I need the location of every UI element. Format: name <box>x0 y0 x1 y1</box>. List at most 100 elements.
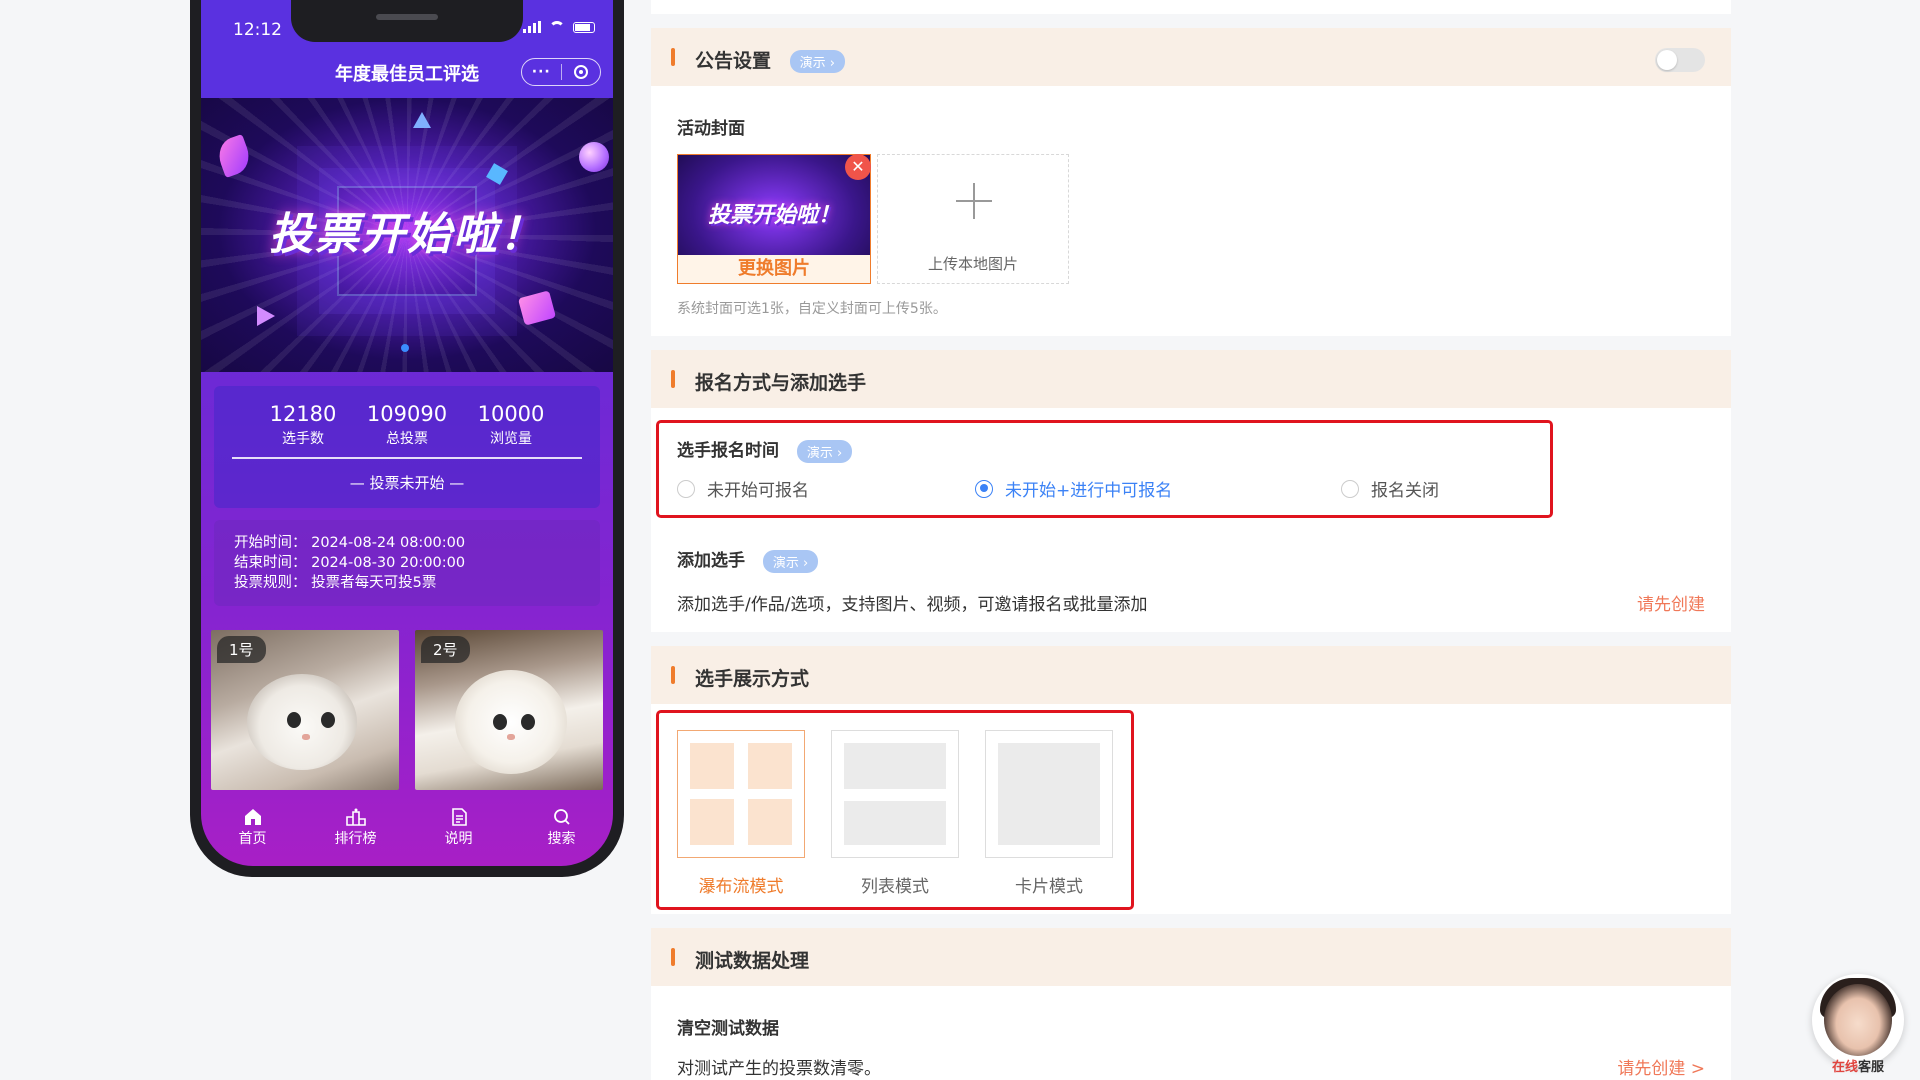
radio-circle <box>1341 479 1359 498</box>
announcement-section: 公告设置 演示 › 活动封面 投票开始啦！ 更换图片 ✕ 上传本地图片 系统封面… <box>651 28 1731 336</box>
cover-hint: 系统封面可选1张，自定义封面可上传5张。 <box>677 301 947 317</box>
vote-status: — 投票未开始 — <box>349 474 465 492</box>
mini-program-nav-bar: 年度最佳员工评选 ··· <box>201 46 613 98</box>
section-header: 公告设置 演示 › <box>651 28 1731 86</box>
radio-closed[interactable]: 报名关闭 <box>1341 476 1439 501</box>
change-image-button[interactable]: 更换图片 <box>678 255 870 283</box>
section-accent-bar <box>671 370 675 388</box>
tab-search[interactable]: 搜索 <box>510 794 613 866</box>
test-data-section: 测试数据处理 清空测试数据 对测试产生的投票数清零。 请先创建 > <box>651 928 1731 1080</box>
customer-service-label-accent: 在线 <box>1831 1060 1858 1075</box>
more-icon[interactable]: ··· <box>522 64 561 80</box>
section-title: 报名方式与添加选手 <box>695 372 867 394</box>
play-triangle-decoration-icon <box>257 306 275 326</box>
phone-notch <box>291 0 523 42</box>
vote-info-card: 开始时间： 2024-08-24 08:00:00 结束时间： 2024-08-… <box>214 520 600 606</box>
close-mini-program-icon[interactable] <box>562 65 601 79</box>
document-icon <box>451 808 467 826</box>
add-contestant-label-text: 添加选手 <box>677 551 745 571</box>
remove-cover-icon[interactable]: ✕ <box>845 154 871 180</box>
tab-label: 搜索 <box>547 831 576 847</box>
stats-card: 12180 选手数 109090 总投票 10000 浏览量 — 投票未开始 — <box>214 386 600 508</box>
mode-list[interactable]: 列表模式 <box>831 730 959 897</box>
create-first-link[interactable]: 请先创建 <box>1637 590 1705 615</box>
section-accent-bar <box>671 48 675 66</box>
section-title: 选手展示方式 <box>695 668 810 690</box>
cover-thumbnail-text: 投票开始啦！ <box>707 203 840 228</box>
tab-label: 排行榜 <box>334 831 377 847</box>
stat-label: 浏览量 <box>490 431 532 447</box>
add-contestant-label: 添加选手 演示 › <box>677 546 819 573</box>
customer-service-avatar[interactable] <box>1812 974 1904 1066</box>
status-time: 12:12 <box>233 20 282 40</box>
demo-tag[interactable]: 演示 › <box>796 439 853 463</box>
card-mode-icon <box>985 730 1113 858</box>
ranking-icon <box>345 808 366 826</box>
display-mode-section: 选手展示方式 瀑布流模式 列表模式 卡片模式 <box>651 646 1731 914</box>
status-icons <box>523 21 595 33</box>
capsule-menu[interactable]: ··· <box>521 58 601 86</box>
tab-ranking[interactable]: 排行榜 <box>304 794 407 866</box>
add-contestant-description: 添加选手/作品/选项，支持图片、视频，可邀请报名或批量添加 <box>677 595 1148 615</box>
stats-divider <box>232 457 582 459</box>
banner-image[interactable]: 投票开始啦！ <box>201 98 613 372</box>
avatar-face <box>1824 984 1892 1056</box>
demo-tag[interactable]: 演示 › <box>762 549 819 573</box>
vote-rule: 投票规则： 投票者每天可投5票 <box>234 575 437 591</box>
tab-label: 首页 <box>238 831 267 847</box>
banner-text: 投票开始啦！ <box>269 209 545 260</box>
section-header: 选手展示方式 <box>651 646 1731 704</box>
end-time: 结束时间： 2024-08-30 20:00:00 <box>234 555 466 571</box>
section-accent-bar <box>671 666 675 684</box>
tab-home[interactable]: 首页 <box>201 794 304 866</box>
highlight-box-signup-time <box>656 420 1553 518</box>
cat-photo <box>247 674 357 770</box>
tab-instructions[interactable]: 说明 <box>407 794 510 866</box>
signal-icon <box>523 21 541 33</box>
contestant-card[interactable]: 2号 <box>415 630 603 790</box>
tab-label: 说明 <box>444 831 473 847</box>
stat-number: 10000 <box>477 402 545 426</box>
radio-not-started[interactable]: 未开始可报名 <box>677 476 809 501</box>
section-title-text: 公告设置 <box>695 50 772 72</box>
triangle-decoration-icon <box>413 112 431 128</box>
home-icon <box>244 809 261 825</box>
cover-thumbnail[interactable]: 投票开始啦！ 更换图片 <box>677 154 871 284</box>
cat-photo <box>455 670 567 774</box>
mode-label: 卡片模式 <box>1015 877 1083 897</box>
stat-label: 选手数 <box>282 431 324 447</box>
wifi-icon <box>549 21 565 33</box>
section-title: 公告设置 演示 › <box>695 46 845 73</box>
section-accent-bar <box>671 948 675 966</box>
plus-icon <box>956 183 992 219</box>
stat-views: 10000 浏览量 <box>468 402 554 448</box>
mode-label: 列表模式 <box>861 877 929 897</box>
radio-not-started-and-ongoing[interactable]: 未开始+进行中可报名 <box>975 476 1172 501</box>
waterfall-mode-icon <box>677 730 805 858</box>
phone-screen: 12:12 年度最佳员工评选 ··· 投票开始啦！ 12180 选手数 1090… <box>201 0 613 866</box>
create-first-link[interactable]: 请先创建 > <box>1617 1054 1705 1079</box>
carousel-indicator <box>401 344 409 352</box>
announcement-toggle[interactable] <box>1655 48 1705 72</box>
contestant-number-badge: 2号 <box>421 636 470 663</box>
signup-section: 报名方式与添加选手 选手报名时间 演示 › 未开始可报名 未开始+进行中可报名 … <box>651 350 1731 632</box>
previous-section-end <box>651 0 1731 14</box>
upload-label: 上传本地图片 <box>927 255 1018 273</box>
bottom-tab-bar: 首页 排行榜 说明 搜索 <box>201 794 613 866</box>
radio-label: 报名关闭 <box>1371 481 1439 501</box>
list-mode-icon <box>831 730 959 858</box>
radio-circle <box>975 479 993 498</box>
phone-preview: 12:12 年度最佳员工评选 ··· 投票开始啦！ 12180 选手数 1090… <box>190 0 624 877</box>
section-title: 测试数据处理 <box>695 950 810 972</box>
stat-number: 109090 <box>366 402 448 426</box>
contestant-card[interactable]: 1号 <box>211 630 399 790</box>
signup-time-label: 选手报名时间 演示 › <box>677 436 853 463</box>
mode-card[interactable]: 卡片模式 <box>985 730 1113 897</box>
customer-service-label[interactable]: 在线客服 <box>1812 1056 1904 1075</box>
demo-tag[interactable]: 演示 › <box>789 50 845 73</box>
mode-label: 瀑布流模式 <box>698 877 784 897</box>
customer-service-label-rest: 客服 <box>1858 1060 1885 1075</box>
mode-waterfall[interactable]: 瀑布流模式 <box>677 730 805 897</box>
upload-local-image-button[interactable]: 上传本地图片 <box>877 154 1069 284</box>
contestant-number-badge: 1号 <box>217 636 266 663</box>
